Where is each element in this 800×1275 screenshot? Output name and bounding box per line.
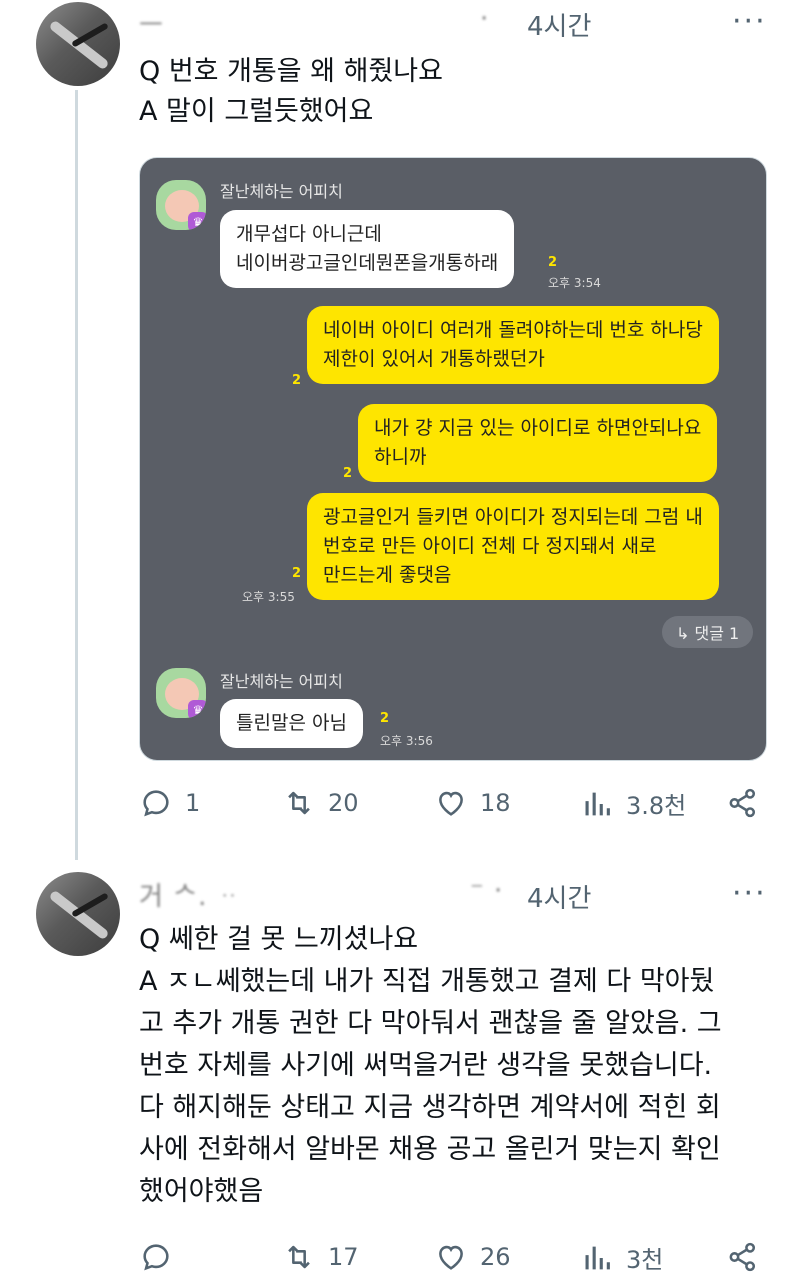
reply-button[interactable]: 1	[139, 786, 200, 820]
crown-icon: ♛	[188, 700, 206, 718]
chat-avatar: ♛	[156, 668, 206, 718]
author-name[interactable]: 거 ᄉ. ᆢ	[139, 876, 242, 913]
chat-screenshot-image[interactable]: ♛ 잘난체하는 어피치 개무섭다 아니근데 네이버광고글인데뭔폰을개통하래 2 …	[139, 157, 767, 761]
chat-bubble: 네이버 아이디 여러개 돌려야하는데 번호 하나당 제한이 있어서 개통하랬던가	[307, 306, 719, 384]
share-button[interactable]	[726, 786, 760, 820]
views-button[interactable]: 3.8천	[580, 786, 686, 821]
reply-icon	[143, 790, 169, 817]
chat-time: 오후 3:55	[242, 590, 295, 604]
share-icon	[729, 788, 756, 818]
views-icon	[585, 1246, 610, 1269]
like-button[interactable]: 18	[434, 786, 511, 820]
author-name[interactable]: ᅳ	[139, 4, 164, 41]
views-count: 3.8천	[626, 792, 687, 820]
tweet-line: Q 쎄한 걸 못 느끼셨나요	[139, 924, 419, 955]
retweet-button[interactable]: 20	[282, 786, 359, 820]
retweet-count: 20	[328, 789, 359, 817]
unread-count: 2	[292, 373, 302, 388]
more-options-button[interactable]: ···	[732, 4, 767, 39]
chat-bubble: 내가 걍 지금 있는 아이디로 하면안되나요 하니까	[358, 404, 718, 482]
tweet-line: 번호 자체를 사기에 써먹을거란 생각을 못했습니다.	[139, 1050, 713, 1081]
more-options-button[interactable]: ···	[732, 876, 767, 911]
reply-thread-pill: ↳ 댓글 1	[662, 616, 754, 648]
chat-bubble: 틀린말은 아님	[220, 699, 363, 748]
views-icon	[585, 792, 610, 815]
tweet-line: 했어야했음	[139, 1176, 264, 1207]
tweet-line: A 말이 그럴듯했어요	[139, 96, 374, 127]
share-icon	[729, 1242, 756, 1272]
share-button[interactable]	[726, 1240, 760, 1274]
tweet-line: 사에 전화해서 알바몬 채용 공고 올린거 맞는지 확인	[139, 1134, 721, 1165]
author-handle[interactable]: ·	[480, 4, 489, 34]
retweet-icon	[288, 1245, 310, 1269]
tweet-line: 고 추가 개통 권한 다 막아둬서 괜찮을 줄 알았음. 그	[139, 1008, 722, 1039]
tweet-line: 다 해지해둔 상태고 지금 생각하면 계약서에 적힌 회	[139, 1092, 721, 1123]
retweet-icon	[288, 791, 310, 815]
unread-count: 2	[292, 566, 302, 581]
tweet-line: Q 번호 개통을 왜 해줬나요	[139, 56, 443, 87]
like-count: 18	[480, 789, 511, 817]
heart-icon	[439, 1245, 463, 1270]
chat-avatar: ♛	[156, 180, 206, 230]
like-count: 26	[480, 1243, 511, 1271]
reply-button[interactable]	[139, 1240, 185, 1274]
retweet-button[interactable]: 17	[282, 1240, 359, 1274]
unread-count: 2	[548, 255, 558, 270]
chat-bubble: 광고글인거 들키면 아이디가 정지되는데 그럼 내 번호로 만든 아이디 전체 …	[307, 493, 719, 600]
avatar[interactable]	[36, 872, 120, 956]
tweet-line: A ㅈㄴ쎄했는데 내가 직접 개통했고 결제 다 막아뒀	[139, 966, 715, 997]
chat-time: 오후 3:54	[548, 276, 601, 290]
thread-line	[75, 90, 78, 860]
crown-icon: ♛	[188, 212, 206, 230]
unread-count: 2	[343, 466, 353, 481]
retweet-count: 17	[328, 1243, 359, 1271]
views-count: 3천	[626, 1246, 664, 1274]
like-button[interactable]: 26	[434, 1240, 511, 1274]
views-button[interactable]: 3천	[580, 1240, 663, 1275]
chat-sender-name: 잘난체하는 어피치	[220, 672, 343, 691]
avatar[interactable]	[36, 2, 120, 86]
chat-sender-name: 잘난체하는 어피치	[220, 182, 343, 201]
tweet-time[interactable]: 4시간	[527, 878, 591, 915]
chat-bubble: 개무섭다 아니근데 네이버광고글인데뭔폰을개통하래	[220, 210, 515, 288]
heart-icon	[439, 791, 463, 816]
tweet-time[interactable]: 4시간	[527, 6, 591, 43]
unread-count: 2	[380, 711, 390, 726]
author-handle[interactable]: ⁻ ·	[470, 876, 503, 906]
reply-count: 1	[185, 789, 201, 817]
chat-time: 오후 3:56	[380, 734, 433, 748]
reply-icon	[143, 1244, 169, 1271]
